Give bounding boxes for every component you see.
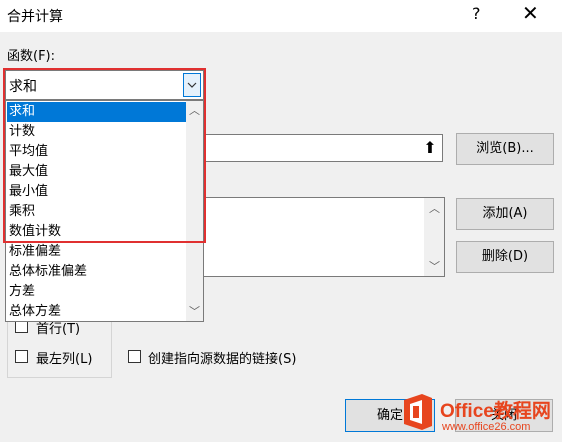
scroll-up-icon[interactable]: ︿: [429, 200, 440, 216]
link-source-label: 创建指向源数据的链接(S): [148, 352, 297, 367]
function-label: 函数(F):: [7, 49, 56, 64]
function-option[interactable]: 标准偏差: [7, 242, 187, 262]
left-column-checkbox[interactable]: [15, 350, 28, 363]
scroll-down-icon[interactable]: ﹀: [429, 258, 440, 274]
collapse-dialog-icon[interactable]: ⬆: [418, 136, 442, 160]
all-references-list[interactable]: [200, 197, 445, 277]
delete-button[interactable]: 删除(D): [456, 241, 554, 273]
dialog-title: 合并计算: [7, 9, 63, 25]
references-scrollbar[interactable]: ︿ ﹀: [424, 198, 444, 276]
reference-input[interactable]: [200, 134, 443, 162]
browse-button[interactable]: 浏览(B)...: [456, 133, 554, 165]
watermark-brand: Office教程网: [440, 401, 551, 422]
add-button[interactable]: 添加(A): [456, 198, 554, 230]
close-icon[interactable]: ✕: [522, 1, 539, 25]
office-logo-icon: [400, 392, 436, 432]
function-option[interactable]: 总体标准偏差: [7, 262, 187, 282]
help-icon[interactable]: ?: [472, 4, 481, 23]
function-option[interactable]: 方差: [7, 282, 187, 302]
highlight-box: [3, 68, 206, 243]
link-source-checkbox[interactable]: [128, 350, 141, 363]
left-column-label: 最左列(L): [36, 352, 93, 367]
function-option[interactable]: 总体方差: [7, 302, 187, 322]
watermark-url: www.office26.com: [442, 421, 531, 433]
scroll-down-icon[interactable]: ﹀: [189, 303, 200, 319]
